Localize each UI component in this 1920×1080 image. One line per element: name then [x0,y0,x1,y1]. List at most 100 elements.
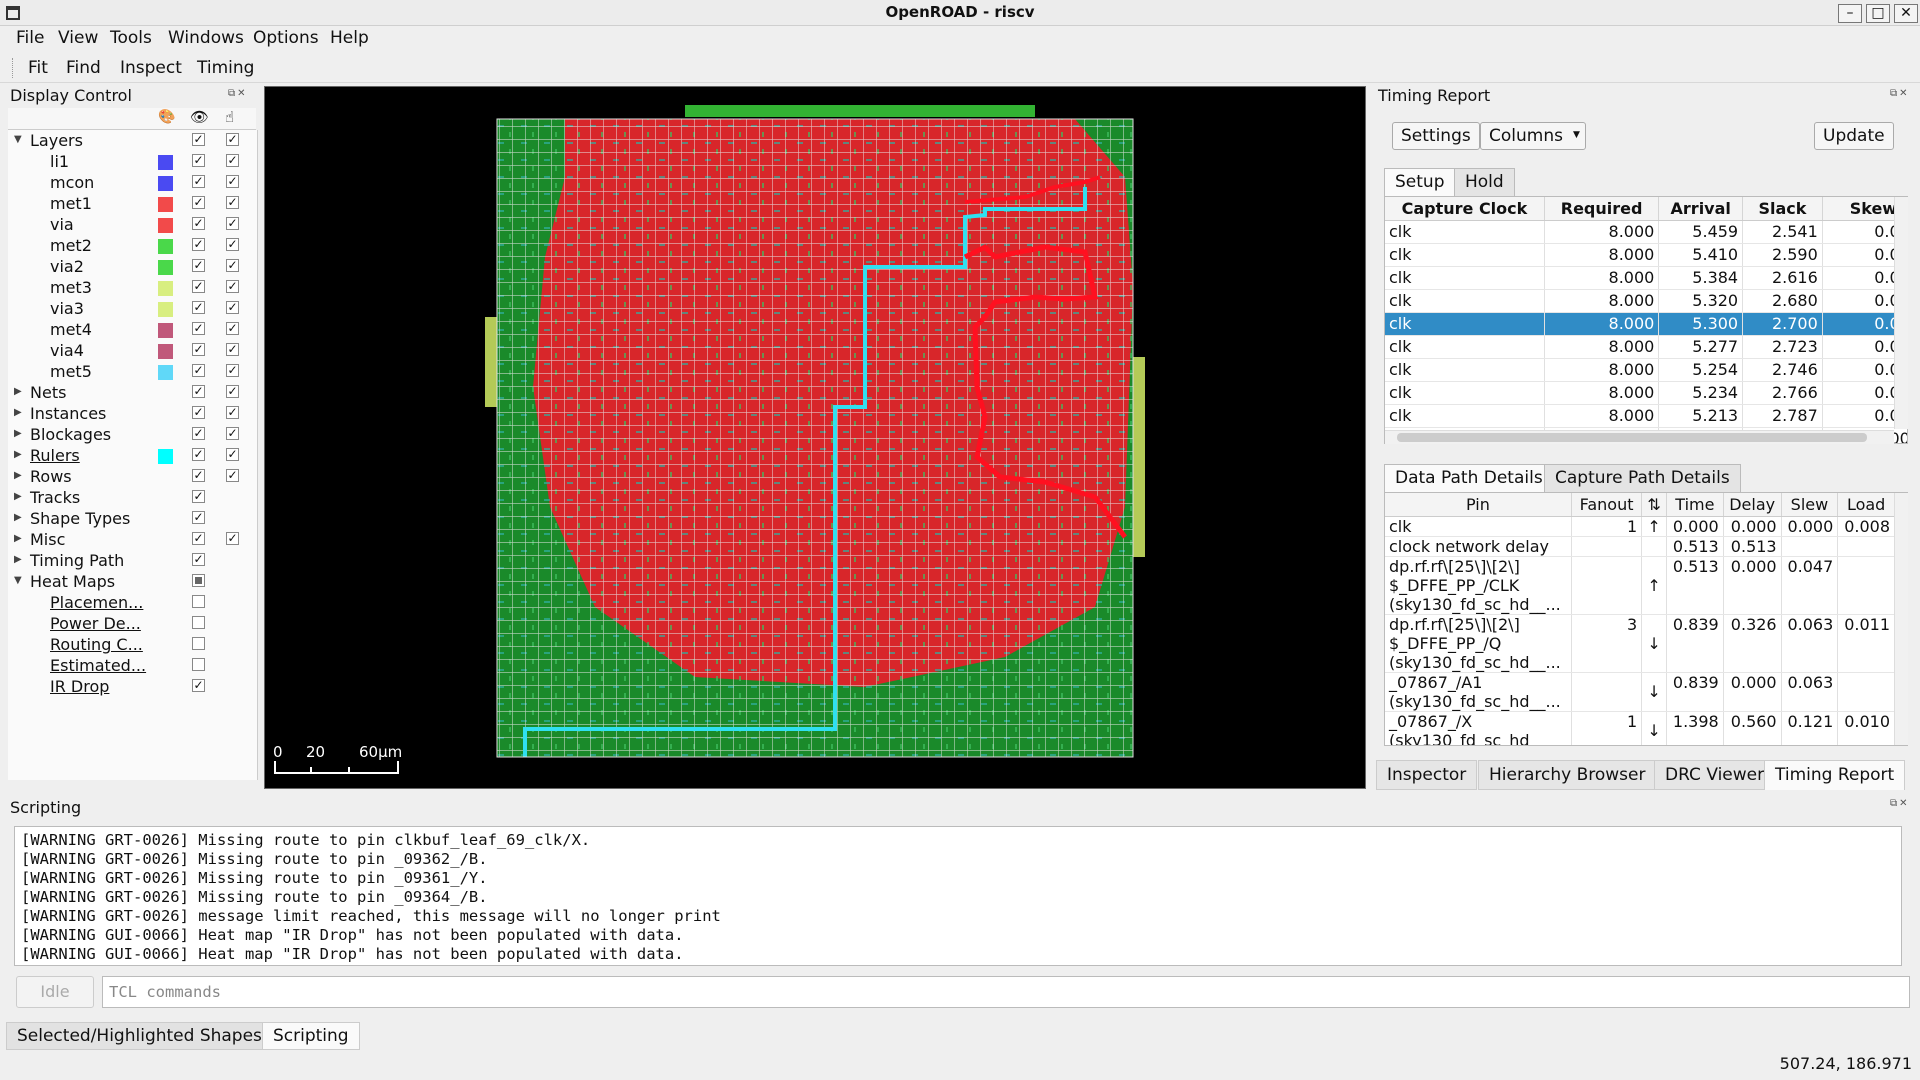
heat-map-name[interactable]: Placemen... [50,593,143,612]
column-header[interactable]: Capture Clock [1385,197,1545,221]
chevron-right-icon[interactable]: ▶ [14,407,22,418]
chevron-right-icon[interactable]: ▶ [14,491,22,502]
selectable-checkbox[interactable] [226,280,239,293]
visible-checkbox[interactable] [192,616,205,629]
layer-color-swatch[interactable] [158,239,173,254]
tcl-command-input[interactable]: TCL commands [102,976,1910,1008]
chevron-right-icon[interactable]: ▶ [14,428,22,439]
dock-float-close-icon[interactable]: ⧉✕ [228,88,248,99]
selectable-checkbox[interactable] [226,196,239,209]
visible-checkbox[interactable] [192,427,205,440]
layer-row[interactable]: via4 [8,340,258,361]
heat-map-item[interactable]: Placemen... [8,592,258,613]
layer-color-swatch[interactable] [158,302,173,317]
selectable-checkbox[interactable] [226,343,239,356]
tab-capture-path-details[interactable]: Capture Path Details [1544,464,1741,492]
selectable-checkbox[interactable] [226,301,239,314]
layout-viewer[interactable]: 0 20 60μm [264,86,1366,789]
update-button[interactable]: Update [1814,122,1894,150]
layer-row[interactable]: via3 [8,298,258,319]
layer-color-swatch[interactable] [158,176,173,191]
heat-map-name[interactable]: Routing C... [50,635,143,654]
menu-options[interactable]: Options [253,28,319,48]
heat-map-name[interactable]: Power De... [50,614,141,633]
column-header[interactable]: Delay [1723,493,1782,517]
find-button[interactable]: Find [66,58,101,78]
timing-path-row[interactable]: clk8.0005.3202.6800.000 [1385,289,1907,313]
visible-checkbox[interactable] [192,679,205,692]
visible-checkbox[interactable] [192,469,205,482]
visible-checkbox[interactable] [192,217,205,230]
chevron-down-icon[interactable]: ▼ [14,575,22,586]
minimize-button[interactable]: – [1838,4,1862,23]
tab-scripting[interactable]: Scripting [262,1022,360,1050]
visible-checkbox[interactable] [192,196,205,209]
visible-checkbox[interactable] [192,448,205,461]
visible-checkbox[interactable] [192,238,205,251]
visible-checkbox[interactable] [192,553,205,566]
close-button[interactable]: ✕ [1894,4,1918,23]
visible-checkbox[interactable] [192,406,205,419]
layer-row[interactable]: met5 [8,361,258,382]
visible-checkbox[interactable] [192,301,205,314]
maximize-button[interactable]: □ [1866,4,1890,23]
tab-hold[interactable]: Hold [1454,168,1515,196]
selectable-checkbox[interactable] [226,427,239,440]
timing-button[interactable]: Timing [197,58,254,78]
selectable-checkbox[interactable] [226,406,239,419]
selectable-checkbox[interactable] [226,448,239,461]
menu-view[interactable]: View [58,28,98,48]
tab-data-path-details[interactable]: Data Path Details [1384,464,1554,492]
timing-path-row[interactable]: clk8.0005.2132.7870.000 [1385,404,1907,428]
visible-checkbox[interactable] [192,154,205,167]
data-path-row[interactable]: clock network delay 0.513 0.513 [1385,536,1895,557]
layer-row[interactable]: met1 [8,193,258,214]
timing-path-row[interactable]: clk8.0005.2542.7460.000 [1385,358,1907,382]
visible-checkbox[interactable] [192,532,205,545]
tree-item-layers[interactable]: ▼ Layers [8,130,258,151]
visible-checkbox[interactable] [192,280,205,293]
column-header[interactable]: Slew [1781,493,1839,517]
timing-path-row[interactable]: clk8.0005.4102.5900.000 [1385,243,1907,267]
visible-checkbox[interactable] [192,574,205,587]
selectable-checkbox[interactable] [226,385,239,398]
selectable-checkbox[interactable] [226,259,239,272]
visible-checkbox[interactable] [192,637,205,650]
column-header[interactable]: Required [1544,197,1660,221]
selectable-checkbox[interactable] [226,154,239,167]
paths-vertical-scrollbar[interactable] [1894,197,1908,429]
visible-checkbox[interactable] [192,385,205,398]
visible-checkbox[interactable] [192,364,205,377]
chevron-right-icon[interactable]: ▶ [14,512,22,523]
details-vertical-scrollbar[interactable] [1894,493,1908,745]
layer-row[interactable]: via2 [8,256,258,277]
dock-float-close-icon[interactable]: ⧉✕ [1890,88,1910,99]
layer-color-swatch[interactable] [158,281,173,296]
visible-checkbox[interactable] [192,595,205,608]
layer-row[interactable]: via [8,214,258,235]
selectable-checkbox[interactable] [226,364,239,377]
chevron-right-icon[interactable]: ▶ [14,449,22,460]
tab-hierarchy-browser[interactable]: Hierarchy Browser [1478,760,1657,790]
menu-file[interactable]: File [16,28,44,48]
settings-button[interactable]: Settings [1392,122,1480,150]
column-header[interactable]: Slack [1742,197,1823,221]
timing-path-row[interactable]: clk8.0005.4592.5410.000 [1385,220,1907,244]
tab-drc-viewer[interactable]: DRC Viewer [1654,760,1776,790]
tree-item-blockages[interactable]: ▶ Blockages [8,424,258,445]
tab-setup[interactable]: Setup [1384,168,1456,196]
layer-row[interactable]: met3 [8,277,258,298]
column-header[interactable]: Pin [1385,493,1572,517]
selectable-checkbox[interactable] [226,133,239,146]
data-path-row[interactable]: dp.rf.rf\[25\]\[2\] $_DFFE_PP_/Q (sky130_f… [1385,614,1895,673]
tree-item-tracks[interactable]: ▶ Tracks [8,487,258,508]
tab-inspector[interactable]: Inspector [1376,760,1478,790]
data-path-row[interactable]: _07867_/A1 (sky130_fd_sc_hd__... ↓ 0.839 0.0… [1385,672,1895,712]
rulers-color-swatch[interactable] [158,449,173,464]
tab-timing-report[interactable]: Timing Report [1764,760,1906,790]
visible-checkbox[interactable] [192,343,205,356]
timing-path-row[interactable]: clk8.0005.2772.7230.000 [1385,335,1907,359]
inspect-button[interactable]: Inspect [120,58,182,78]
layer-color-swatch[interactable] [158,218,173,233]
tab-selected-highlighted-shapes[interactable]: Selected/Highlighted Shapes [6,1022,273,1050]
